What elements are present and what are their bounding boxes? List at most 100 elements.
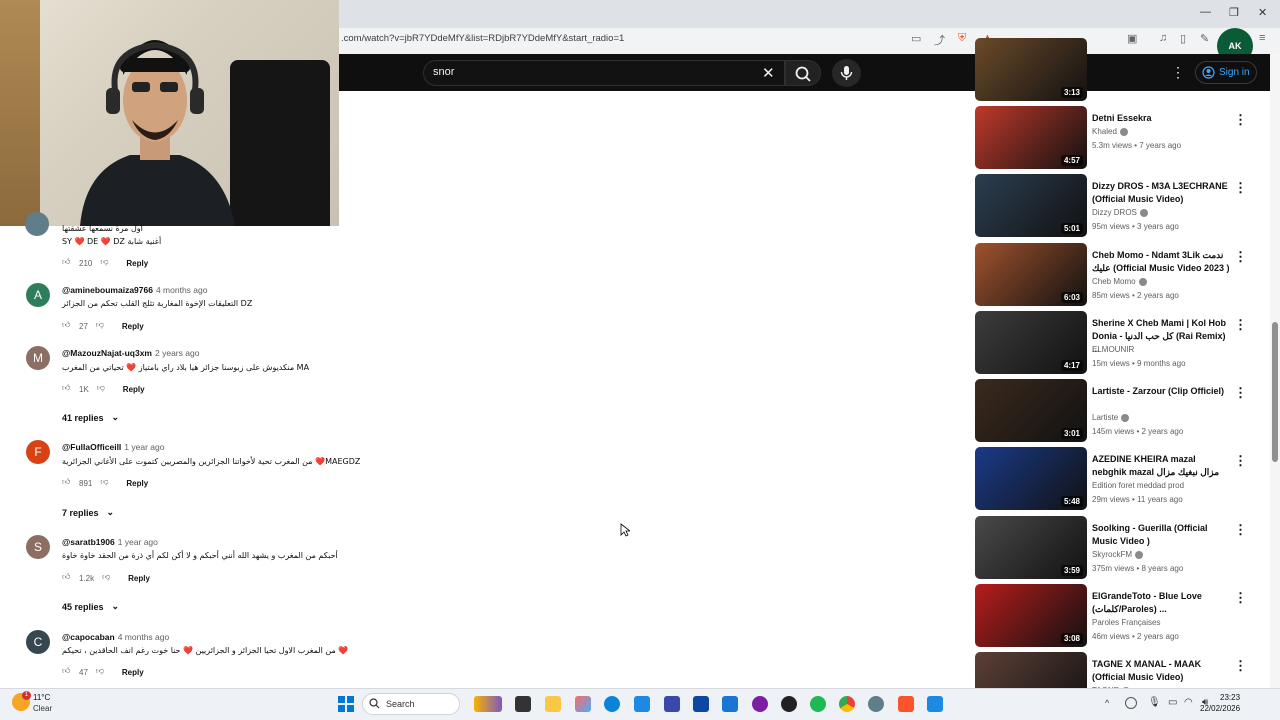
reply-button[interactable]: Reply: [126, 479, 148, 488]
video-menu-icon[interactable]: ⋮: [1234, 249, 1247, 265]
channel-name[interactable]: Paroles Françaises: [1092, 618, 1160, 627]
video-channel[interactable]: SkyrockFM: [1092, 550, 1143, 559]
app-icon[interactable]: [693, 696, 709, 712]
comment-author[interactable]: @FullaOfficeill 1 year ago: [62, 442, 164, 452]
dislike-icon[interactable]: 👎︎: [96, 320, 108, 332]
scrollbar-thumb[interactable]: [1272, 322, 1278, 462]
video-title[interactable]: AZEDINE KHEIRA mazal nebghik mazal مزال …: [1092, 453, 1232, 479]
url-text[interactable]: .com/watch?v=jbR7YDdeMfY&list=RDjbR7YDde…: [341, 33, 624, 44]
video-title[interactable]: Lartiste - Zarzour (Clip Officiel): [1092, 385, 1232, 398]
username[interactable]: @amineboumaiza9766: [62, 285, 153, 295]
app-icon[interactable]: [515, 696, 531, 712]
edge-icon[interactable]: [604, 696, 620, 712]
view-replies-button[interactable]: 7 replies ⌄: [62, 507, 114, 518]
video-thumbnail[interactable]: 4:17: [975, 311, 1087, 374]
channel-name[interactable]: ELMOUNIR: [1092, 345, 1134, 354]
video-channel[interactable]: Dizzy DROS: [1092, 208, 1148, 217]
video-menu-icon[interactable]: ⋮: [1234, 317, 1247, 333]
comment-author[interactable]: @amineboumaiza9766 4 months ago: [62, 285, 207, 295]
reply-button[interactable]: Reply: [128, 574, 150, 583]
video-menu-icon[interactable]: ⋮: [1234, 112, 1247, 128]
dislike-icon[interactable]: 👎︎: [96, 666, 108, 678]
widgets-icon[interactable]: [474, 696, 502, 712]
close-window-icon[interactable]: ✕: [1258, 6, 1267, 19]
media-icon[interactable]: ♫: [1159, 32, 1167, 44]
channel-name[interactable]: Edition foret meddad prod: [1092, 481, 1184, 490]
reply-button[interactable]: Reply: [122, 668, 144, 677]
video-menu-icon[interactable]: ⋮: [1234, 453, 1247, 469]
comment-avatar[interactable]: F: [26, 440, 50, 464]
channel-name[interactable]: Khaled: [1092, 127, 1117, 136]
dislike-icon[interactable]: 👎︎: [97, 383, 109, 395]
username[interactable]: @FullaOfficeill: [62, 442, 121, 452]
clear-search-icon[interactable]: ✕: [762, 64, 775, 82]
video-thumbnail[interactable]: 6:03: [975, 243, 1087, 306]
tab-search-icon[interactable]: ▣: [1127, 32, 1137, 45]
video-title[interactable]: Dizzy DROS - M3A L3ECHRANE (Official Mus…: [1092, 180, 1232, 206]
username[interactable]: @capocaban: [62, 632, 115, 642]
video-menu-icon[interactable]: ⋮: [1234, 522, 1247, 538]
comment-time[interactable]: 2 years ago: [155, 348, 199, 358]
app-icon[interactable]: [781, 696, 797, 712]
outlook-icon[interactable]: [722, 696, 738, 712]
like-icon[interactable]: 👍︎: [62, 572, 74, 584]
like-icon[interactable]: 👍︎: [62, 666, 74, 678]
video-menu-icon[interactable]: ⋮: [1234, 180, 1247, 196]
video-title[interactable]: Cheb Momo - Ndamt 3Lik ندمت عليك (Offici…: [1092, 249, 1232, 275]
chrome-icon[interactable]: [839, 696, 855, 712]
reply-button[interactable]: Reply: [126, 259, 148, 268]
cast-icon[interactable]: ▭: [911, 32, 921, 45]
comment-time[interactable]: 1 year ago: [118, 537, 158, 547]
comment-author[interactable]: @MazouzNajat-uq3xm 2 years ago: [62, 348, 199, 358]
messenger-icon[interactable]: [752, 696, 768, 712]
video-channel[interactable]: Paroles Françaises: [1092, 618, 1160, 627]
video-thumbnail[interactable]: 3:13: [975, 38, 1087, 101]
dislike-icon[interactable]: 👎︎: [100, 477, 112, 489]
search-query[interactable]: snor: [433, 66, 454, 78]
comment-time[interactable]: 1 year ago: [124, 442, 164, 452]
view-replies-button[interactable]: 45 replies ⌄: [62, 601, 119, 612]
search-button[interactable]: [785, 60, 821, 86]
video-title[interactable]: Detni Essekra: [1092, 112, 1232, 125]
video-thumbnail[interactable]: 5:48: [975, 447, 1087, 510]
wifi-icon[interactable]: ◠: [1184, 697, 1193, 708]
channel-name[interactable]: Cheb Momo: [1092, 277, 1136, 286]
brave-shield-icon[interactable]: ⛨: [958, 32, 966, 45]
monitor-icon[interactable]: ▭: [1168, 697, 1177, 708]
settings-dots-icon[interactable]: ⋮: [1171, 64, 1185, 81]
video-channel[interactable]: ELMOUNIR: [1092, 345, 1134, 354]
sidebar-icon[interactable]: ▯: [1180, 32, 1186, 45]
video-thumbnail[interactable]: 4:57: [975, 106, 1087, 169]
settings-gear-icon[interactable]: [868, 696, 884, 712]
channel-name[interactable]: SkyrockFM: [1092, 550, 1132, 559]
comment-avatar[interactable]: [25, 212, 49, 236]
username[interactable]: @MazouzNajat-uq3xm: [62, 348, 152, 358]
video-title[interactable]: ElGrandeToto - Blue Love (كلمات/Paroles)…: [1092, 590, 1232, 616]
video-thumbnail[interactable]: 3:01: [975, 379, 1087, 442]
comment-avatar[interactable]: M: [26, 346, 50, 370]
like-icon[interactable]: 👍︎: [62, 383, 74, 395]
comment-author[interactable]: @saratb1906 1 year ago: [62, 537, 158, 547]
like-icon[interactable]: 👍︎: [62, 477, 74, 489]
video-thumbnail[interactable]: 3:59: [975, 516, 1087, 579]
tray-chevron-icon[interactable]: ^: [1105, 698, 1109, 708]
video-title[interactable]: TAGNE X MANAL - MAAK (Official Music Vid…: [1092, 658, 1232, 684]
menu-icon[interactable]: ≡: [1259, 32, 1265, 44]
channel-name[interactable]: Dizzy DROS: [1092, 208, 1137, 217]
share-icon[interactable]: ⤴: [934, 32, 945, 48]
comment-time[interactable]: 4 months ago: [118, 632, 170, 642]
clock-time[interactable]: 23:23: [1220, 693, 1240, 702]
voice-search-button[interactable]: [832, 59, 861, 87]
comment-avatar[interactable]: A: [26, 283, 50, 307]
video-thumbnail[interactable]: 3:08: [975, 584, 1087, 647]
video-title[interactable]: Soolking - Guerilla (Official Music Vide…: [1092, 522, 1232, 548]
microphone-icon[interactable]: 🎙︎: [1148, 697, 1161, 708]
maximize-icon[interactable]: ❐: [1229, 6, 1239, 19]
spotify-icon[interactable]: [810, 696, 826, 712]
like-icon[interactable]: 👍︎: [62, 320, 74, 332]
comment-avatar[interactable]: C: [26, 630, 50, 654]
like-icon[interactable]: 👍︎: [62, 257, 74, 269]
comment-author[interactable]: @capocaban 4 months ago: [62, 632, 169, 642]
tray-app-icon[interactable]: [1125, 697, 1137, 709]
reply-button[interactable]: Reply: [123, 385, 145, 394]
